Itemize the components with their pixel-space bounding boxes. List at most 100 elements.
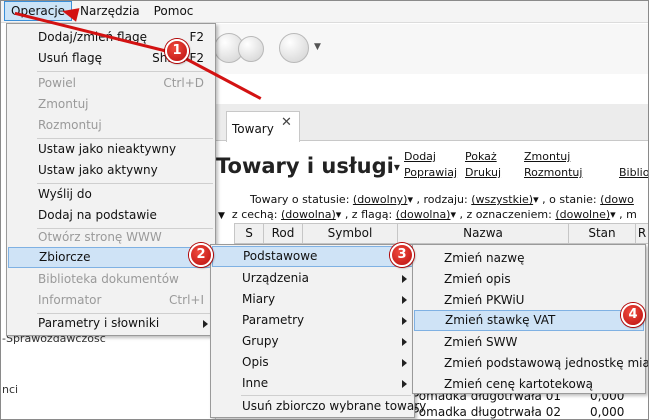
menu-item-document-library[interactable]: Biblioteka dokumentów: [8, 269, 214, 290]
menu-item-parameters[interactable]: Parametry i słowniki: [8, 313, 214, 334]
menu-item-label: Zmontuj: [38, 97, 89, 111]
submenu-item-grupy[interactable]: Grupy: [212, 331, 413, 352]
filter-mark[interactable]: (dowolne): [555, 208, 610, 221]
menu-item-label: Usuń flagę: [38, 51, 102, 65]
column-header-symbol[interactable]: Symbol: [302, 223, 398, 244]
menu-item-label: Ustaw jako aktywny: [38, 163, 158, 177]
step-badge-4: 4: [621, 303, 645, 327]
submenu-item-delete-selected[interactable]: Usuń zbiorczo wybrane towary: [212, 396, 426, 417]
filter-stock[interactable]: (dowo: [600, 193, 634, 206]
submenu-arrow-icon: [402, 296, 407, 304]
operacje-menu: Dodaj/zmień flagęF2 Usuń flagęShift+F2 P…: [6, 23, 216, 336]
column-header-nazwa[interactable]: Nazwa: [397, 223, 569, 244]
menu-item-label: Biblioteka dokumentów: [38, 272, 179, 286]
submenu-item-podstawowe[interactable]: Podstawowe: [212, 246, 413, 267]
shortcut-label: Ctrl+I: [169, 293, 204, 307]
menu-bar: Operacje Narzędzia Pomoc: [0, 0, 649, 23]
library-link[interactable]: Bibliot: [619, 166, 649, 179]
submenu-item-inne[interactable]: Inne: [212, 373, 413, 394]
column-header-r[interactable]: R: [635, 223, 649, 244]
print-link[interactable]: Drukuj: [465, 166, 501, 179]
filter-line-2: ▼ z cechą: (dowolna)▾ , z flagą: (dowoln…: [218, 208, 637, 221]
menu-item-label: Otwórz stronę WWW: [38, 230, 162, 244]
menu-item-open-www[interactable]: Otwórz stronę WWW: [8, 227, 214, 248]
submenu-item-change-price[interactable]: Zmień cenę kartotekową: [414, 374, 644, 395]
filter-label: , z oznaczeniem:: [459, 208, 552, 221]
column-header-s[interactable]: S: [234, 223, 264, 244]
submenu-item-change-pkwiu[interactable]: Zmień PKWiU: [414, 290, 644, 311]
help-dropdown-icon[interactable]: ▼: [314, 42, 321, 52]
menu-item-duplicate[interactable]: Powiel Ctrl+D: [8, 73, 214, 94]
podstawowe-submenu: Zmień nazwę Zmień opis Zmień PKWiU Zmień…: [412, 244, 649, 395]
submenu-item-change-sww[interactable]: Zmień SWW: [414, 332, 644, 353]
assemble-link[interactable]: Zmontuj: [524, 150, 570, 163]
menu-item-label: Powiel: [38, 76, 77, 90]
user-icon[interactable]: [238, 36, 264, 62]
menu-item-label: Opis: [242, 355, 269, 369]
submenu-arrow-icon: [402, 275, 407, 283]
submenu-item-opis[interactable]: Opis: [212, 352, 413, 373]
shortcut-label: F2: [189, 30, 204, 44]
filter-status[interactable]: (dowolny): [353, 193, 408, 206]
menu-item-add-based-on[interactable]: Dodaj na podstawie: [8, 205, 214, 226]
submenu-item-parametry[interactable]: Parametry: [212, 310, 413, 331]
close-icon[interactable]: ✕: [281, 115, 292, 130]
menu-item-label: Grupy: [242, 334, 279, 348]
filter-type[interactable]: (wszystkie): [471, 193, 533, 206]
menu-item-label: Zmień nazwę: [444, 251, 525, 265]
menu-item-label: Zmień stawkę VAT: [445, 313, 556, 327]
menu-item-disassemble[interactable]: Rozmontuj: [8, 115, 214, 136]
edit-link[interactable]: Poprawiaj: [404, 166, 457, 179]
menu-item-zbiorcze[interactable]: Zbiorcze: [8, 247, 214, 268]
add-link[interactable]: Dodaj: [404, 150, 436, 163]
table-row-stan[interactable]: 0,000: [590, 405, 624, 419]
menu-item-send-to[interactable]: Wyślij do: [8, 184, 214, 205]
filter-label: Towary o statusie:: [250, 193, 350, 206]
menu-item-label: Zmień opis: [444, 272, 511, 286]
menu-separator: [37, 71, 213, 72]
column-header-stan[interactable]: Stan: [568, 223, 636, 244]
filter-flag[interactable]: (dowolna): [396, 208, 451, 221]
column-header-rod[interactable]: Rod: [263, 223, 303, 244]
filter-label: , rodzaju:: [416, 193, 468, 206]
menu-item-label: Ustaw jako nieaktywny: [38, 142, 177, 156]
zbiorcze-submenu: Podstawowe Urządzenia Miary Parametry Gr…: [210, 244, 426, 418]
chevron-down-icon[interactable]: ▾: [394, 160, 400, 174]
table-row[interactable]: Pomadka długotrwała 02: [412, 405, 561, 419]
menu-item-label: Zmień SWW: [444, 335, 518, 349]
submenu-item-urzadzenia[interactable]: Urządzenia: [212, 268, 413, 289]
disassemble-link[interactable]: Rozmontuj: [524, 166, 582, 179]
submenu-item-change-name[interactable]: Zmień nazwę: [414, 248, 644, 269]
shortcut-label: Ctrl+D: [163, 76, 204, 90]
menu-item-label: Zmień PKWiU: [444, 293, 525, 307]
tab-towary[interactable]: Towary ✕: [226, 111, 300, 142]
filter-label: , o stanie:: [542, 193, 597, 206]
menu-item-label: Zmień podstawową jednostkę miary: [444, 356, 649, 370]
menu-narzedzia[interactable]: Narzędzia: [74, 2, 146, 20]
menu-item-set-inactive[interactable]: Ustaw jako nieaktywny: [8, 139, 214, 160]
submenu-item-change-vat[interactable]: Zmień stawkę VAT: [414, 310, 644, 331]
show-link[interactable]: Pokaż: [465, 150, 497, 163]
tab-label: Towary: [232, 122, 274, 136]
menu-item-assemble[interactable]: Zmontuj: [8, 94, 214, 115]
page-title-text: Towary i usługi: [216, 154, 394, 178]
menu-item-label: Parametry: [242, 313, 305, 327]
submenu-item-change-description[interactable]: Zmień opis: [414, 269, 644, 290]
menu-item-label: Miary: [242, 292, 276, 306]
page-title[interactable]: Towary i usługi▾: [216, 154, 400, 178]
menu-pomoc[interactable]: Pomoc: [148, 2, 200, 20]
menu-item-label: Urządzenia: [242, 271, 309, 285]
menu-item-informator[interactable]: Informator Ctrl+I: [8, 290, 214, 311]
submenu-arrow-icon: [402, 338, 407, 346]
submenu-arrow-icon: [203, 320, 208, 328]
filter-feature[interactable]: (dowolna): [281, 208, 336, 221]
left-panel-label[interactable]: nci: [2, 383, 18, 396]
filter-label: , z flagą:: [344, 208, 393, 221]
submenu-arrow-icon: [402, 317, 407, 325]
help-icon[interactable]: [279, 33, 309, 63]
menu-item-set-active[interactable]: Ustaw jako aktywny: [8, 160, 214, 181]
submenu-item-change-unit[interactable]: Zmień podstawową jednostkę miary: [414, 353, 649, 374]
submenu-item-miary[interactable]: Miary: [212, 289, 413, 310]
menu-item-label: Zmień cenę kartotekową: [444, 377, 594, 391]
menu-item-label: Wyślij do: [38, 187, 92, 201]
